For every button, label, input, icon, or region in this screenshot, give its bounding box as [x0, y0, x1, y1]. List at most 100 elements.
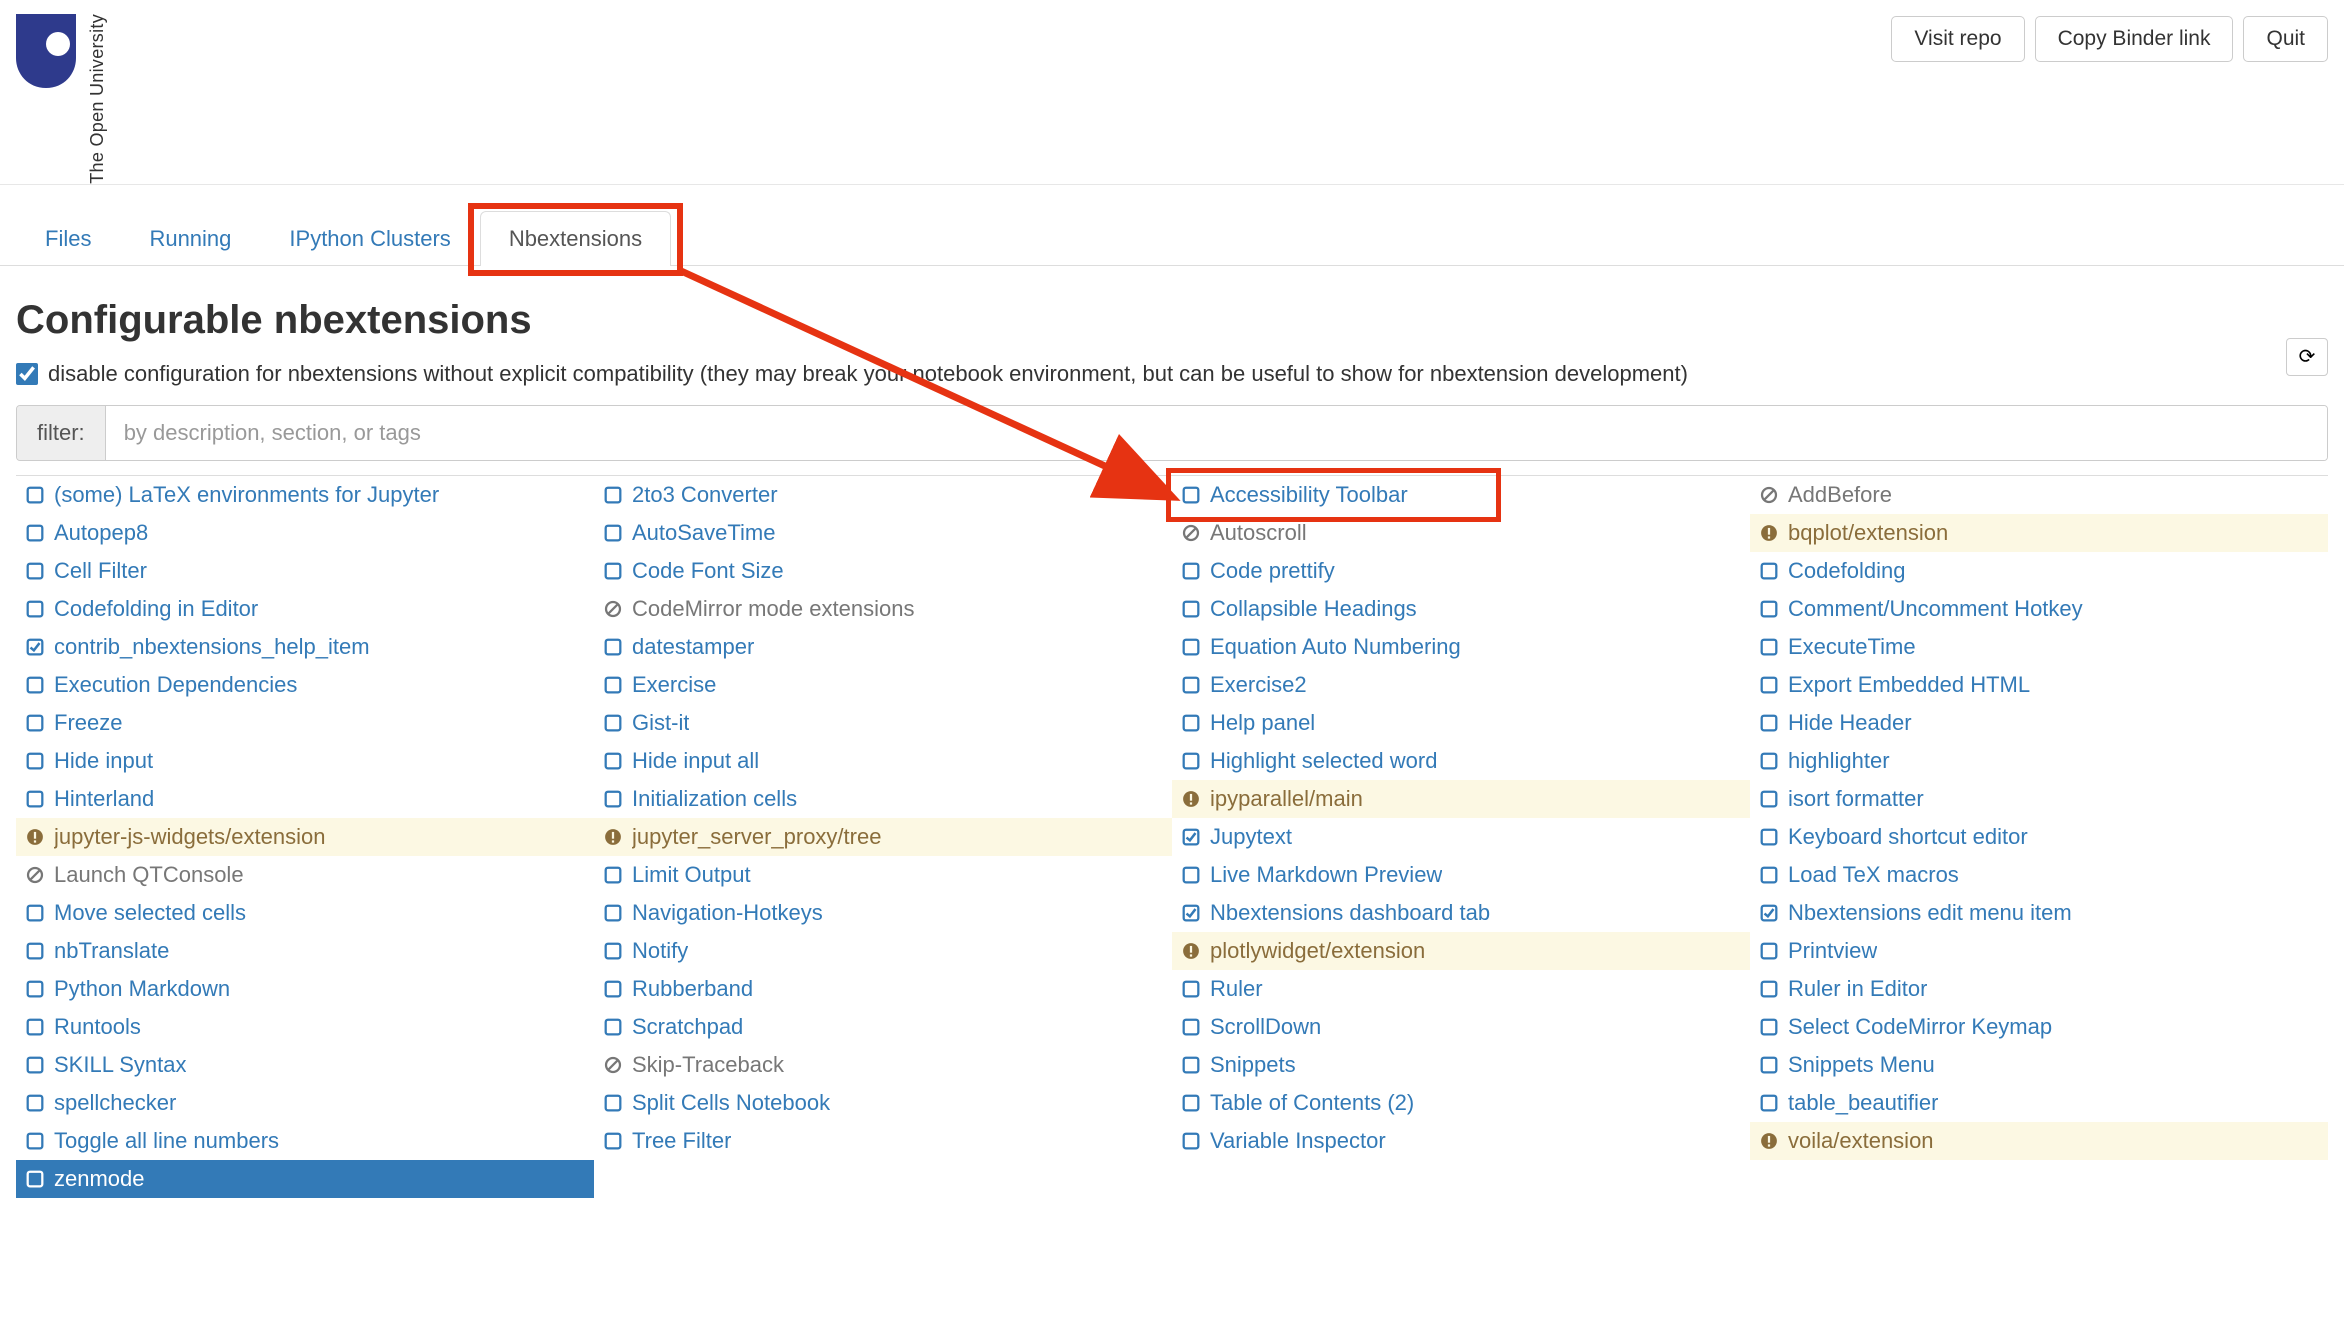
extension-item[interactable]: Freeze: [16, 704, 594, 742]
extension-item[interactable]: 2to3 Converter: [594, 476, 1172, 514]
extension-item[interactable]: Gist-it: [594, 704, 1172, 742]
extension-item[interactable]: jupyter_server_proxy/tree: [594, 818, 1172, 856]
extension-item[interactable]: Notify: [594, 932, 1172, 970]
extension-item[interactable]: Comment/Uncomment Hotkey: [1750, 590, 2328, 628]
extension-item[interactable]: Launch QTConsole: [16, 856, 594, 894]
extension-item[interactable]: Highlight selected word: [1172, 742, 1750, 780]
extension-item[interactable]: CodeMirror mode extensions: [594, 590, 1172, 628]
extension-item[interactable]: plotlywidget/extension: [1172, 932, 1750, 970]
extension-item[interactable]: Rubberband: [594, 970, 1172, 1008]
extension-item[interactable]: Code Font Size: [594, 552, 1172, 590]
extension-item[interactable]: Navigation-Hotkeys: [594, 894, 1172, 932]
extension-item[interactable]: Snippets: [1172, 1046, 1750, 1084]
quit-button[interactable]: Quit: [2243, 16, 2328, 62]
extension-item[interactable]: Hide input: [16, 742, 594, 780]
extension-item[interactable]: Skip-Traceback: [594, 1046, 1172, 1084]
extension-item[interactable]: Snippets Menu: [1750, 1046, 2328, 1084]
extension-item[interactable]: Initialization cells: [594, 780, 1172, 818]
extension-item[interactable]: AddBefore: [1750, 476, 2328, 514]
extension-item[interactable]: Live Markdown Preview: [1172, 856, 1750, 894]
extension-item[interactable]: ExecuteTime: [1750, 628, 2328, 666]
copy-binder-link-button[interactable]: Copy Binder link: [2035, 16, 2234, 62]
extension-item[interactable]: Exercise2: [1172, 666, 1750, 704]
checkbox-unchecked-icon: [26, 942, 44, 960]
extension-item[interactable]: zenmode: [16, 1160, 594, 1198]
extension-label: Runtools: [54, 1014, 141, 1040]
extension-item[interactable]: Ruler in Editor: [1750, 970, 2328, 1008]
extension-item[interactable]: Nbextensions edit menu item: [1750, 894, 2328, 932]
filter-input[interactable]: [106, 406, 2327, 460]
checkbox-unchecked-icon: [1182, 600, 1200, 618]
extension-item[interactable]: Limit Output: [594, 856, 1172, 894]
disabled-icon: [26, 866, 44, 884]
extension-item[interactable]: Move selected cells: [16, 894, 594, 932]
extension-item[interactable]: Tree Filter: [594, 1122, 1172, 1160]
extension-item[interactable]: Hide Header: [1750, 704, 2328, 742]
extension-item[interactable]: SKILL Syntax: [16, 1046, 594, 1084]
extension-item[interactable]: Hinterland: [16, 780, 594, 818]
extension-item[interactable]: Execution Dependencies: [16, 666, 594, 704]
warning-icon: [26, 828, 44, 846]
extension-item[interactable]: Codefolding: [1750, 552, 2328, 590]
extension-label: Navigation-Hotkeys: [632, 900, 823, 926]
extension-item[interactable]: Select CodeMirror Keymap: [1750, 1008, 2328, 1046]
extension-item[interactable]: Printview: [1750, 932, 2328, 970]
tab-ipython-clusters[interactable]: IPython Clusters: [260, 211, 479, 266]
extension-label: Gist-it: [632, 710, 689, 736]
extension-item[interactable]: nbTranslate: [16, 932, 594, 970]
extension-item[interactable]: voila/extension: [1750, 1122, 2328, 1160]
refresh-button[interactable]: ⟳: [2286, 338, 2328, 376]
extension-item[interactable]: Cell Filter: [16, 552, 594, 590]
extension-item[interactable]: Autopep8: [16, 514, 594, 552]
extension-item[interactable]: spellchecker: [16, 1084, 594, 1122]
extension-item[interactable]: Help panel: [1172, 704, 1750, 742]
extension-item[interactable]: Collapsible Headings: [1172, 590, 1750, 628]
extension-item[interactable]: Export Embedded HTML: [1750, 666, 2328, 704]
extension-item[interactable]: Jupytext: [1172, 818, 1750, 856]
extension-item[interactable]: Variable Inspector: [1172, 1122, 1750, 1160]
extension-item[interactable]: Exercise: [594, 666, 1172, 704]
extension-item[interactable]: Hide input all: [594, 742, 1172, 780]
extension-item[interactable]: Ruler: [1172, 970, 1750, 1008]
extension-item[interactable]: contrib_nbextensions_help_item: [16, 628, 594, 666]
extension-item[interactable]: Codefolding in Editor: [16, 590, 594, 628]
checkbox-unchecked-icon: [26, 562, 44, 580]
extension-item[interactable]: Accessibility Toolbar: [1172, 476, 1750, 514]
tab-nbextensions[interactable]: Nbextensions: [480, 211, 671, 266]
extension-item[interactable]: Nbextensions dashboard tab: [1172, 894, 1750, 932]
extension-label: Nbextensions edit menu item: [1788, 900, 2072, 926]
extension-item[interactable]: ipyparallel/main: [1172, 780, 1750, 818]
extension-item[interactable]: highlighter: [1750, 742, 2328, 780]
checkbox-unchecked-icon: [604, 790, 622, 808]
extension-item[interactable]: Runtools: [16, 1008, 594, 1046]
checkbox-unchecked-icon: [1182, 676, 1200, 694]
extension-item[interactable]: ScrollDown: [1172, 1008, 1750, 1046]
compat-checkbox[interactable]: [16, 363, 38, 385]
extension-label: bqplot/extension: [1788, 520, 1948, 546]
extension-item[interactable]: table_beautifier: [1750, 1084, 2328, 1122]
extension-item[interactable]: (some) LaTeX environments for Jupyter: [16, 476, 594, 514]
extension-item[interactable]: Equation Auto Numbering: [1172, 628, 1750, 666]
extension-item[interactable]: Toggle all line numbers: [16, 1122, 594, 1160]
extension-item[interactable]: isort formatter: [1750, 780, 2328, 818]
extension-label: Hide input: [54, 748, 153, 774]
extension-label: Ruler: [1210, 976, 1263, 1002]
extension-item[interactable]: Scratchpad: [594, 1008, 1172, 1046]
compat-toggle[interactable]: disable configuration for nbextensions w…: [16, 361, 2328, 387]
extension-item[interactable]: datestamper: [594, 628, 1172, 666]
extension-item[interactable]: Split Cells Notebook: [594, 1084, 1172, 1122]
visit-repo-button[interactable]: Visit repo: [1891, 16, 2024, 62]
extension-item[interactable]: bqplot/extension: [1750, 514, 2328, 552]
extension-label: Launch QTConsole: [54, 862, 244, 888]
extension-item[interactable]: jupyter-js-widgets/extension: [16, 818, 594, 856]
extension-item[interactable]: Load TeX macros: [1750, 856, 2328, 894]
extension-item[interactable]: AutoSaveTime: [594, 514, 1172, 552]
extension-label: Python Markdown: [54, 976, 230, 1002]
extension-item[interactable]: Autoscroll: [1172, 514, 1750, 552]
tab-files[interactable]: Files: [16, 211, 120, 266]
extension-item[interactable]: Table of Contents (2): [1172, 1084, 1750, 1122]
extension-item[interactable]: Code prettify: [1172, 552, 1750, 590]
extension-item[interactable]: Python Markdown: [16, 970, 594, 1008]
tab-running[interactable]: Running: [120, 211, 260, 266]
extension-item[interactable]: Keyboard shortcut editor: [1750, 818, 2328, 856]
